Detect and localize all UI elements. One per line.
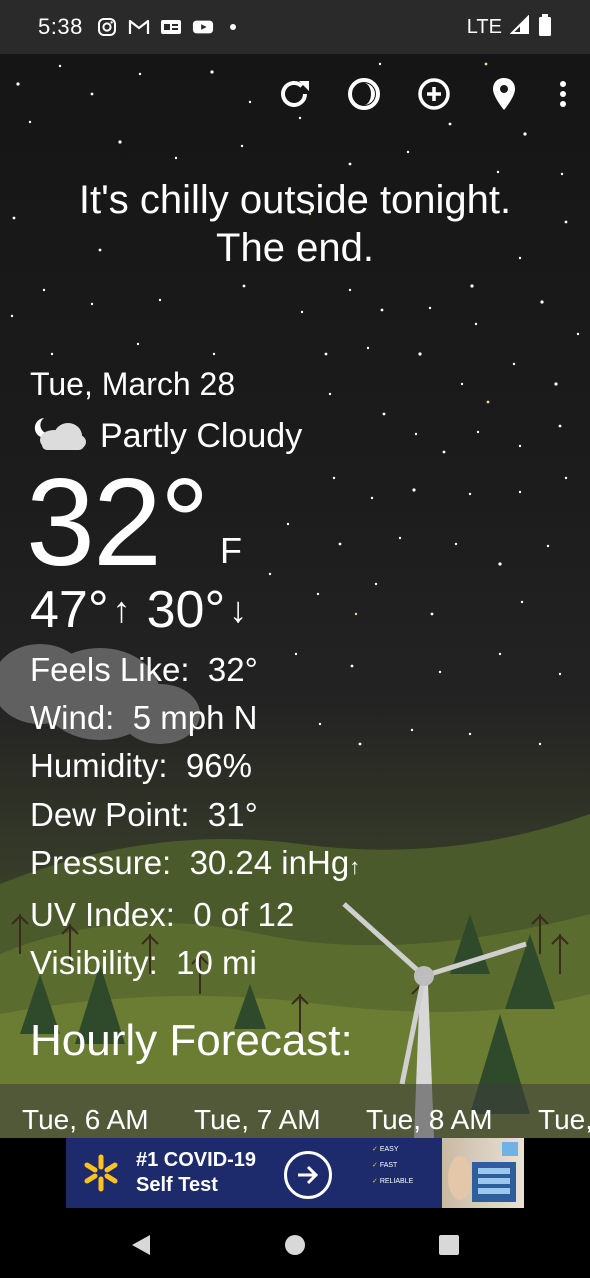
more-notifications-icon xyxy=(230,24,236,30)
hourly-item[interactable]: Tue, xyxy=(538,1104,590,1136)
add-location-icon[interactable] xyxy=(416,76,452,112)
system-status: LTE xyxy=(467,14,552,41)
hourly-forecast-strip[interactable]: Tue, 6 AM Tue, 7 AM Tue, 8 AM Tue, xyxy=(0,1084,590,1138)
walmart-spark-icon xyxy=(66,1138,136,1208)
overflow-menu-icon[interactable] xyxy=(556,76,570,112)
arrow-down-icon: ↓ xyxy=(229,589,248,630)
ad-headline: #1 COVID-19 Self Test xyxy=(136,1148,256,1198)
moon-phase-icon[interactable] xyxy=(346,76,382,112)
hourly-item[interactable]: Tue, 8 AM xyxy=(366,1104,493,1136)
detail-dew-point: Dew Point: 31° xyxy=(30,791,360,839)
status-bar: 5:38 LTE xyxy=(0,0,590,54)
instagram-icon xyxy=(96,16,118,38)
ad-feature-3: ✓ RELIABLE xyxy=(372,1178,414,1185)
ad-feature-text: EASY xyxy=(379,1146,399,1153)
ad-line-1: #1 COVID-19 xyxy=(136,1149,257,1171)
weather-scene: It's chilly outside tonight. The end. Tu… xyxy=(0,54,590,1138)
detail-value: 96% xyxy=(185,747,252,785)
detail-label: Visibility: xyxy=(30,944,158,982)
detail-label: Wind: xyxy=(30,699,115,737)
detail-label: Feels Like: xyxy=(30,651,190,688)
pressure-rising-icon: ↑ xyxy=(349,853,361,879)
ad-feature-1: ✓ EASY xyxy=(372,1146,399,1153)
detail-humidity: Humidity: 96% xyxy=(30,742,360,790)
weather-headline: It's chilly outside tonight. The end. xyxy=(0,176,590,272)
home-icon[interactable] xyxy=(280,1230,310,1260)
youtube-icon xyxy=(192,16,214,38)
top-toolbar xyxy=(276,76,570,112)
high-temperature: 47° xyxy=(30,581,109,639)
weather-details: Feels Like: 32° Wind: 5 mph N Humidity: … xyxy=(30,646,360,987)
detail-label: Humidity: xyxy=(30,747,168,785)
current-date: Tue, March 28 xyxy=(30,366,236,402)
detail-visibility: Visibility: 10 mi xyxy=(30,939,360,987)
headline-line-1: It's chilly outside tonight. xyxy=(78,178,512,222)
hourly-forecast-title: Hourly Forecast: xyxy=(30,1016,353,1065)
ad-line-2: Self Test xyxy=(136,1174,218,1196)
ad-feature-text: RELIABLE xyxy=(379,1178,414,1185)
detail-uv-index: UV Index: 0 of 12 xyxy=(30,891,360,939)
back-icon[interactable] xyxy=(126,1230,156,1260)
refresh-icon[interactable] xyxy=(276,76,312,112)
battery-icon xyxy=(538,14,552,41)
ad-features: ✓ EASY ✓ FAST ✓ RELIABLE xyxy=(372,1142,442,1204)
detail-wind: Wind: 5 mph N xyxy=(30,694,360,742)
ad-feature-2: ✓ FAST xyxy=(372,1162,398,1169)
detail-label: UV Index: xyxy=(30,896,175,934)
detail-feels-like: Feels Like: 32° xyxy=(30,646,360,694)
detail-pressure: Pressure: 30.24 inHg↑ xyxy=(30,839,360,891)
ad-choices-icon[interactable] xyxy=(502,1142,518,1156)
hourly-item[interactable]: Tue, 6 AM xyxy=(22,1104,149,1136)
arrow-up-icon: ↑ xyxy=(112,589,131,630)
detail-label: Pressure: xyxy=(30,843,172,881)
arrow-right-icon[interactable] xyxy=(284,1151,332,1199)
detail-value: 10 mi xyxy=(176,944,257,982)
detail-value: 32° xyxy=(207,651,258,688)
ad-feature-text: FAST xyxy=(379,1162,398,1169)
news-icon xyxy=(160,16,182,38)
system-nav-bar xyxy=(0,1210,590,1278)
hourly-item[interactable]: Tue, 7 AM xyxy=(194,1104,321,1136)
ad-bar: #1 COVID-19 Self Test ✓ EASY ✓ FAST ✓ RE… xyxy=(0,1138,590,1210)
detail-value: 0 of 12 xyxy=(193,896,295,934)
gmail-icon xyxy=(128,16,150,38)
temperature-unit: F xyxy=(220,530,242,571)
detail-label: Dew Point: xyxy=(30,795,190,833)
current-temperature: 32° xyxy=(26,454,210,592)
notification-icons xyxy=(96,16,236,38)
low-temperature: 30° xyxy=(146,581,226,639)
detail-value: 5 mph N xyxy=(132,699,258,737)
signal-icon xyxy=(509,14,530,40)
network-type: LTE xyxy=(466,16,502,38)
recents-icon[interactable] xyxy=(434,1230,464,1260)
detail-value: 31° xyxy=(207,795,258,833)
high-low-temperatures: 47° ↑ 30° ↓ xyxy=(30,580,263,640)
ad-banner[interactable]: #1 COVID-19 Self Test ✓ EASY ✓ FAST ✓ RE… xyxy=(66,1138,524,1208)
location-pin-icon[interactable] xyxy=(486,76,522,112)
headline-line-2: The end. xyxy=(216,226,374,270)
status-time: 5:38 xyxy=(38,14,83,39)
detail-value: 30.24 inHg xyxy=(189,843,350,881)
